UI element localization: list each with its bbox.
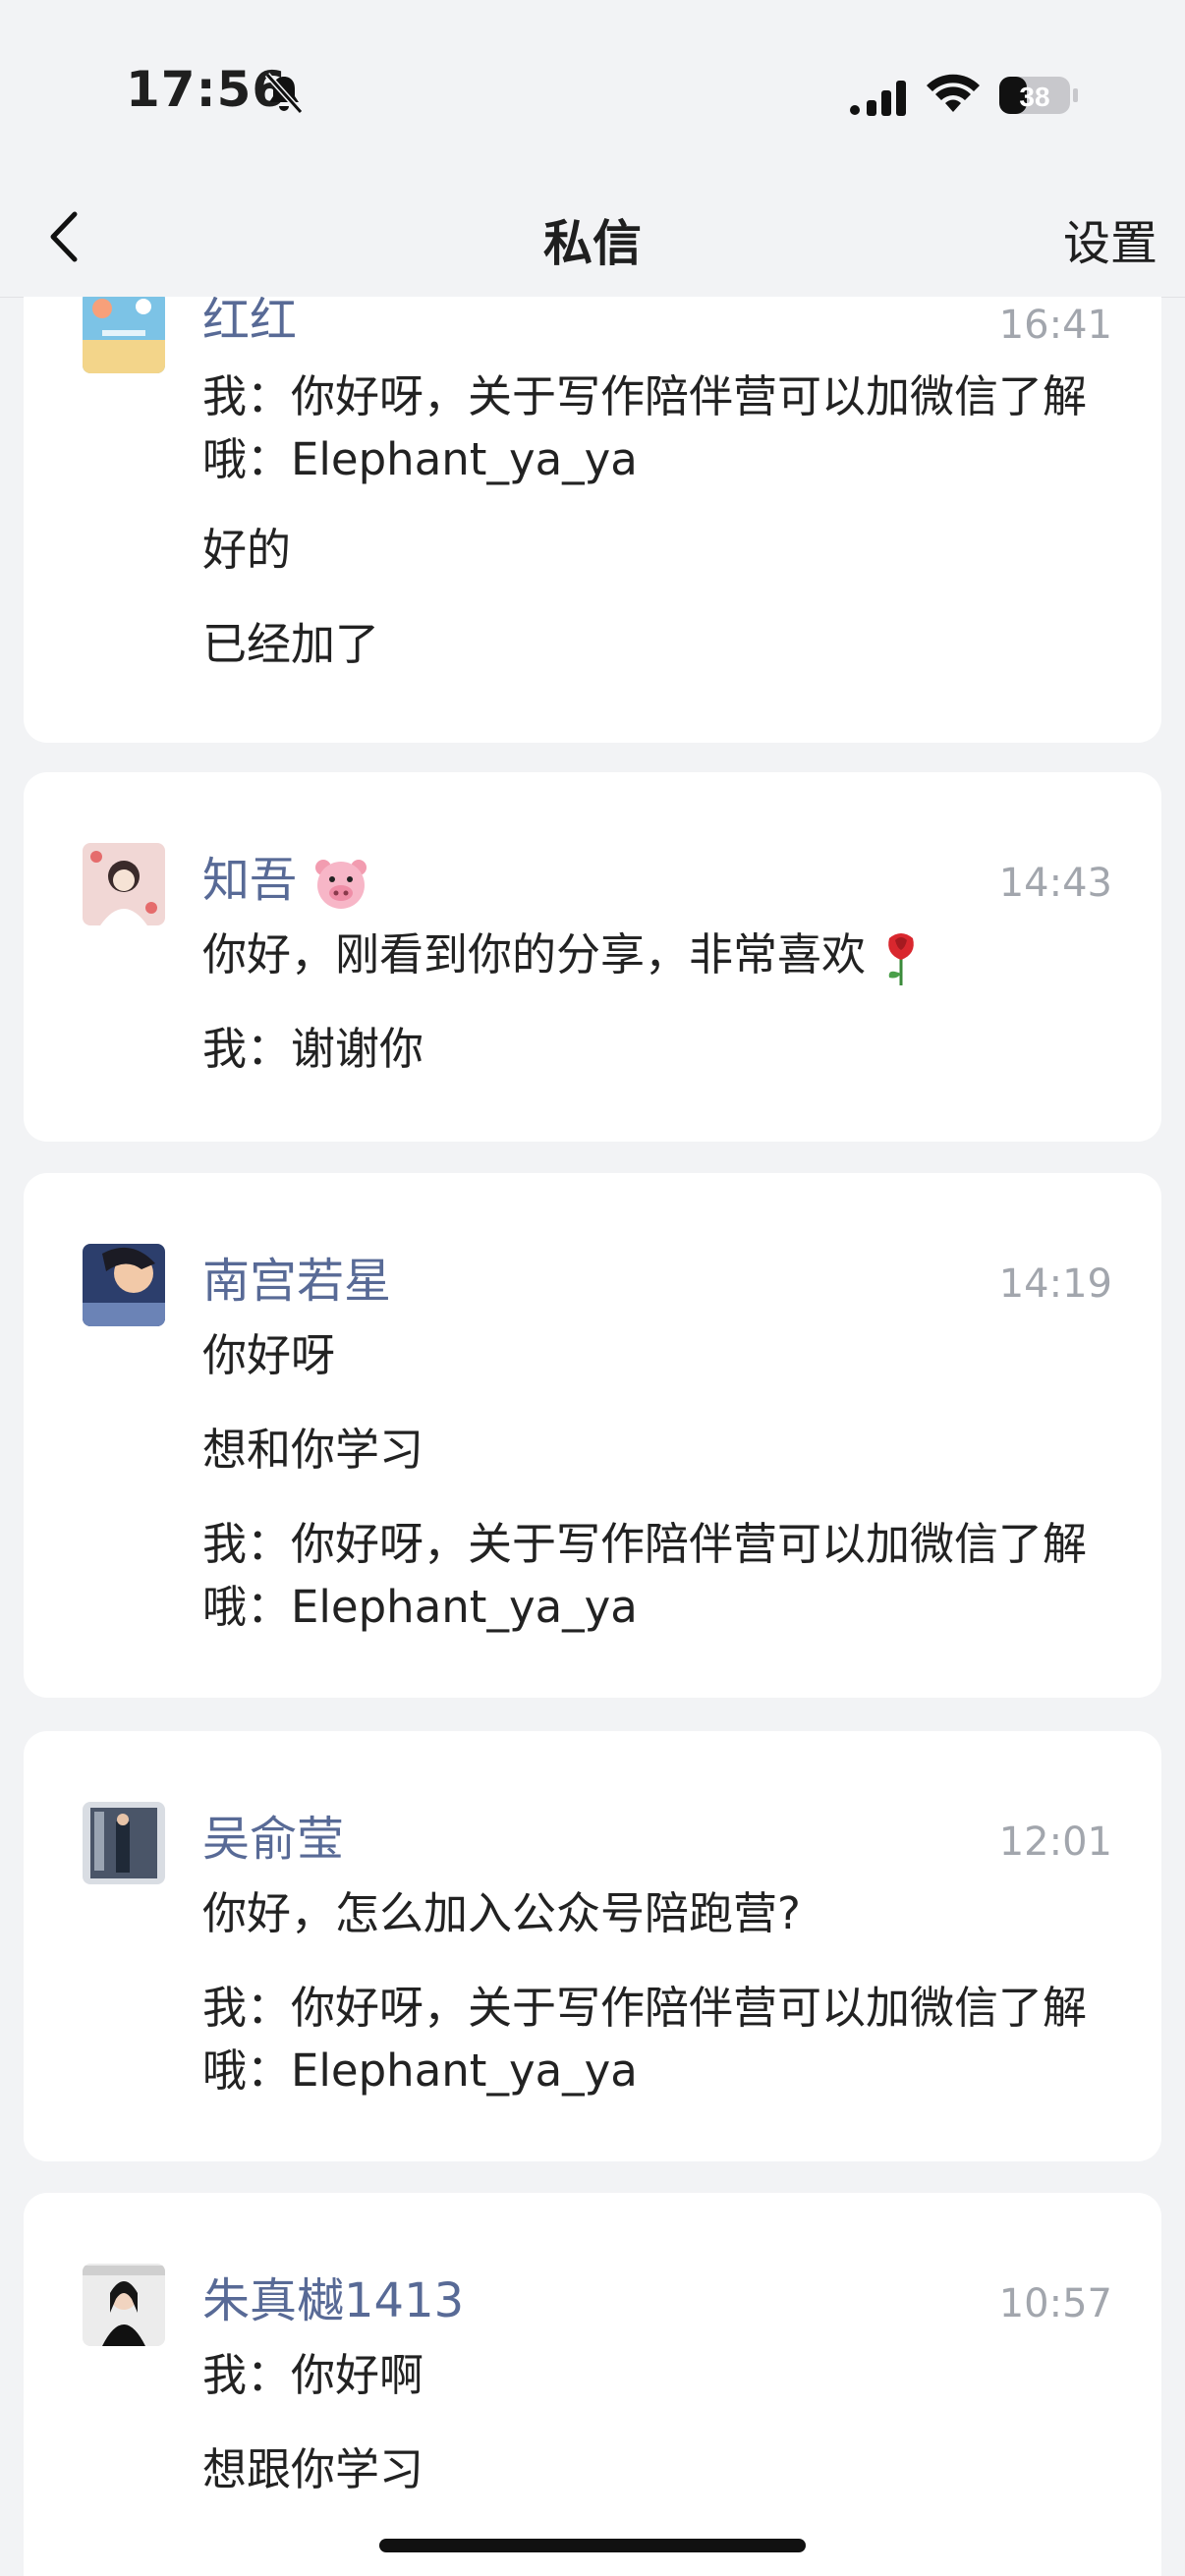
message-text: 你好，怎么加入公众号陪跑营? [202, 1887, 801, 1939]
rose-emoji-icon [888, 933, 915, 985]
avatar [83, 2264, 165, 2346]
navigation-bar: 私信 设置 [0, 177, 1185, 298]
message-text: 我：你好啊 [202, 2349, 424, 2401]
message-text: 好的 [202, 524, 292, 576]
message-text: 你好呀 [202, 1329, 336, 1381]
conversation-list[interactable]: 红红 16:41 我：你好呀，关于写作陪伴营可以加微信了解哦：Elephant_… [0, 297, 1185, 2576]
wifi-icon [927, 74, 980, 112]
avatar-image [83, 843, 165, 925]
bell-mute-icon [264, 72, 304, 115]
battery-level: 38 [1019, 82, 1049, 112]
contact-name: 知吾 [202, 841, 370, 913]
pig-face-emoji-icon [315, 860, 367, 909]
message-text: 想和你学习 [202, 1424, 424, 1476]
message-text: 我：你好呀，关于写作陪伴营可以加微信了解哦：Elephant_ya_ya [202, 1982, 1088, 2097]
message-text: 想跟你学习 [202, 2443, 424, 2495]
battery-icon: 38 [999, 77, 1078, 114]
conversation-card[interactable]: 朱真樾1413 10:57 我：你好啊 想跟你学习 [24, 2193, 1161, 2576]
avatar-image [83, 1802, 165, 1884]
page-title: 私信 [543, 215, 642, 272]
message-time: 12:01 [998, 1820, 1112, 1865]
home-indicator[interactable] [379, 2539, 806, 2552]
contact-name-text: 知吾 [202, 853, 298, 908]
settings-button[interactable]: 设置 [1063, 204, 1157, 273]
message-text: 你好，刚看到你的分享，非常喜欢 [202, 924, 1126, 987]
conversation-card[interactable]: 吴俞莹 12:01 你好，怎么加入公众号陪跑营? 我：你好呀，关于写作陪伴营可以… [24, 1731, 1161, 2161]
contact-name: 南宫若星 [202, 1254, 392, 1309]
conversation-card[interactable]: 南宫若星 14:19 你好呀 想和你学习 我：你好呀，关于写作陪伴营可以加微信了… [24, 1173, 1161, 1698]
message-text: 已经加了 [202, 618, 380, 670]
avatar [83, 1802, 165, 1884]
avatar [83, 297, 165, 373]
message-time: 14:43 [998, 861, 1112, 906]
status-bar: 17:56 38 [0, 0, 1185, 177]
avatar-image [83, 1244, 165, 1326]
contact-name: 红红 [202, 297, 298, 348]
conversation-card[interactable]: 知吾 14:43 你好，刚看到你的分享，非常喜欢 我：谢谢你 [24, 772, 1161, 1142]
avatar-image [83, 297, 165, 373]
contact-name: 吴俞莹 [202, 1812, 345, 1867]
avatar [83, 843, 165, 925]
conversation-card[interactable]: 红红 16:41 我：你好呀，关于写作陪伴营可以加微信了解哦：Elephant_… [24, 297, 1161, 743]
message-text-body: 你好，刚看到你的分享，非常喜欢 [202, 928, 867, 980]
message-time: 14:19 [998, 1261, 1112, 1307]
contact-name: 朱真樾1413 [202, 2273, 465, 2328]
avatar-image [83, 2264, 165, 2346]
message-time: 10:57 [998, 2281, 1112, 2326]
message-time: 16:41 [998, 303, 1112, 348]
cellular-signal-icon [850, 81, 906, 116]
avatar [83, 1244, 165, 1326]
message-text: 我：你好呀，关于写作陪伴营可以加微信了解哦：Elephant_ya_ya [202, 370, 1088, 485]
message-text: 我：谢谢你 [202, 1023, 424, 1075]
message-text: 我：你好呀，关于写作陪伴营可以加微信了解哦：Elephant_ya_ya [202, 1518, 1088, 1633]
